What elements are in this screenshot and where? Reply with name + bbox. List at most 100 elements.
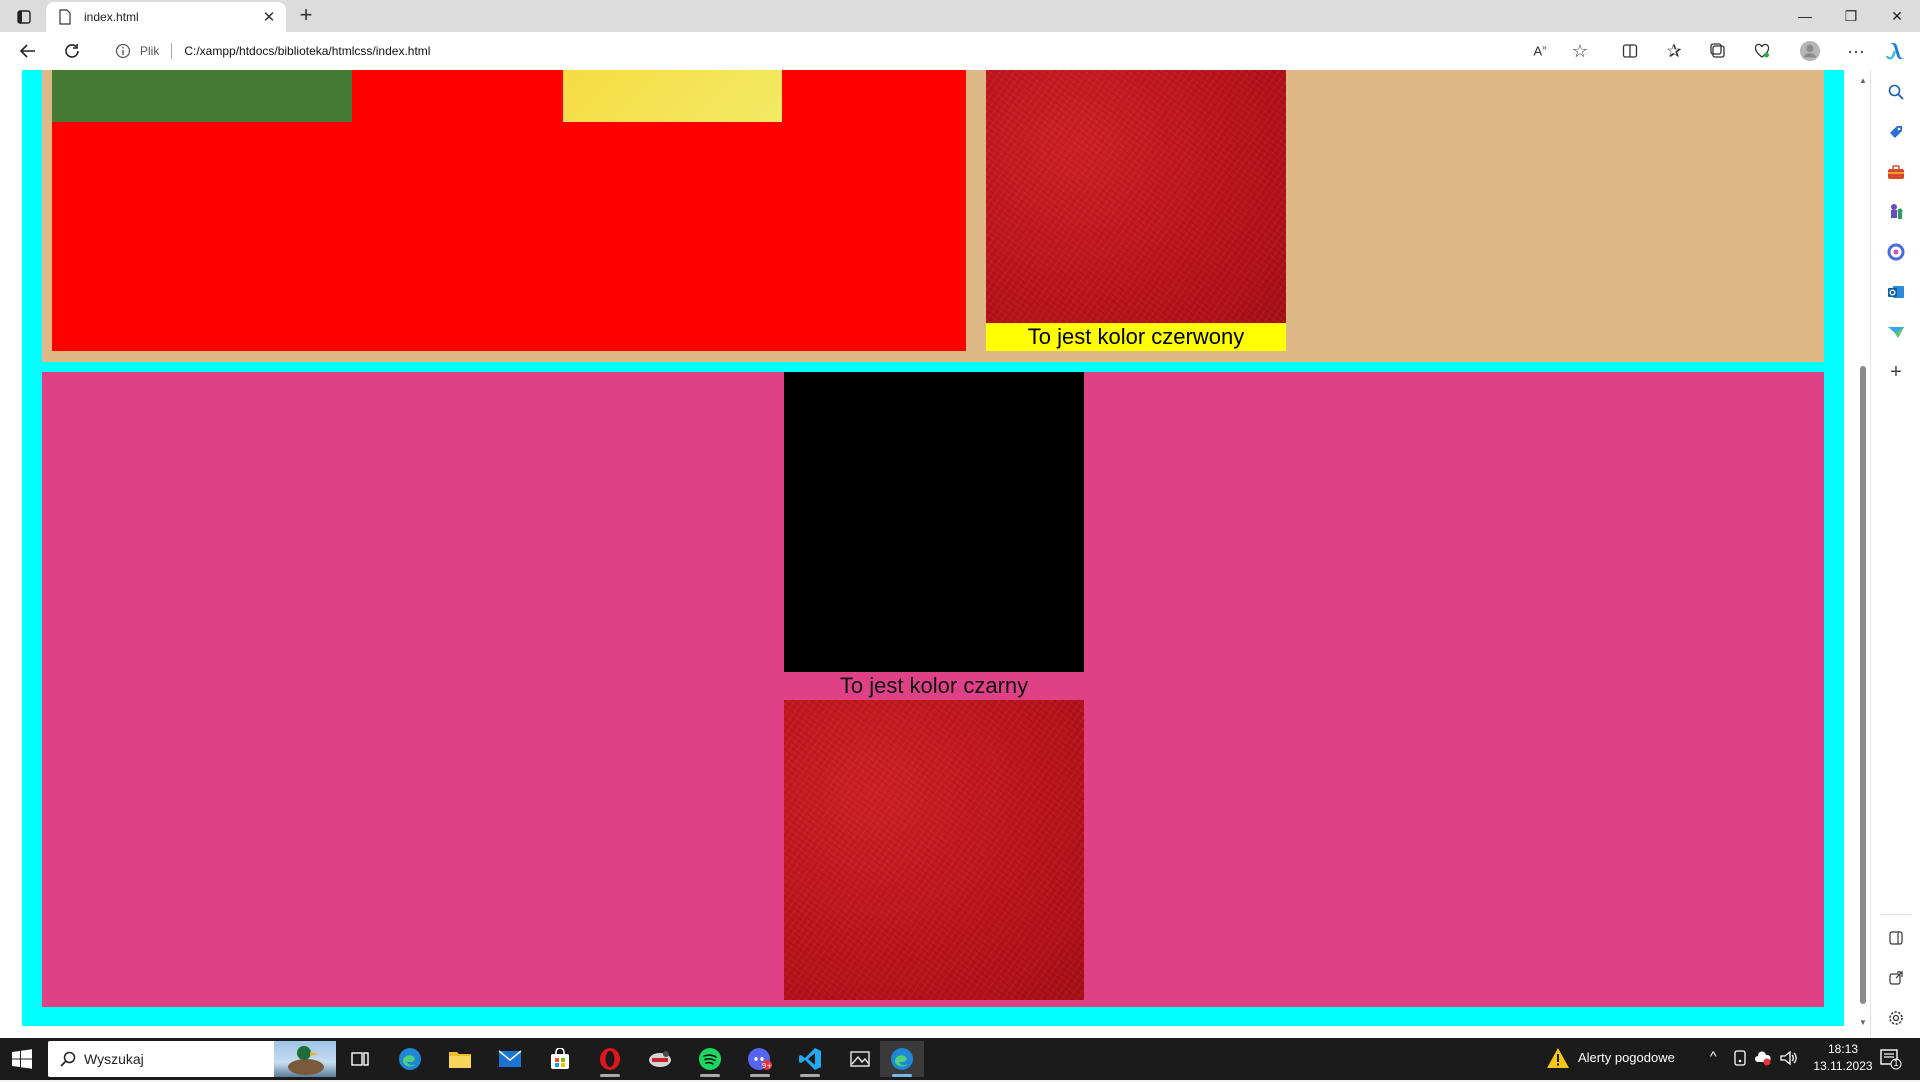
url-text[interactable]: C:/xampp/htdocs/biblioteka/htmlcss/index… (184, 44, 430, 58)
sidebar-hide-icon[interactable] (1884, 926, 1908, 950)
weather-alert-icon[interactable] (1546, 1047, 1570, 1071)
taskbar-vscode[interactable] (788, 1041, 832, 1077)
sidebar-tools-icon[interactable] (1884, 160, 1908, 184)
edge-active-icon (891, 1048, 913, 1070)
volume-icon[interactable] (1780, 1050, 1798, 1071)
running-indicator (700, 1074, 720, 1077)
back-arrow-icon (19, 44, 35, 58)
read-aloud-icon: A» (1533, 43, 1547, 59)
windows-logo-icon (12, 1049, 32, 1069)
taskbar-edge-active[interactable] (880, 1041, 924, 1077)
copilot-icon (1885, 42, 1905, 60)
favorites-button[interactable]: ✰ (1660, 38, 1688, 64)
scroll-down-arrow-icon[interactable]: ▼ (1859, 1018, 1867, 1027)
store-icon (551, 1048, 569, 1069)
split-screen-icon (1622, 44, 1638, 58)
close-window-button[interactable]: ✕ (1874, 4, 1920, 28)
running-indicator (800, 1074, 820, 1077)
clock-time[interactable]: 18:13 (1820, 1042, 1866, 1056)
notification-center-button[interactable]: 1 (1880, 1048, 1902, 1070)
heart-pulse-icon (1754, 43, 1770, 58)
red-texture-image (986, 70, 1286, 323)
taskbar-edge[interactable] (388, 1041, 432, 1077)
tab-actions-button[interactable] (10, 6, 38, 28)
taskbar-store[interactable] (538, 1041, 582, 1077)
spotify-icon (699, 1048, 721, 1070)
search-icon (60, 1051, 76, 1067)
opera-icon (600, 1048, 620, 1070)
reload-button[interactable] (58, 38, 86, 64)
search-highlight-image (274, 1041, 336, 1077)
minimize-button[interactable]: — (1782, 4, 1828, 28)
bottom-section: To jest kolor czarny (42, 372, 1824, 1007)
sidebar-outlook-icon[interactable] (1884, 280, 1908, 304)
taskbar-opera[interactable] (588, 1041, 632, 1077)
page-viewport: To jest kolor czerwony To jest kolor cza… (0, 70, 1856, 1038)
reload-icon (65, 44, 79, 58)
vertical-scrollbar[interactable]: ▲ ▼ (1856, 70, 1870, 1038)
folder-icon (449, 1052, 471, 1068)
more-menu-button[interactable]: ··· (1842, 38, 1870, 64)
site-info-icon[interactable] (114, 42, 132, 60)
new-tab-button[interactable]: + (294, 4, 318, 28)
sidebar-microsoft365-icon[interactable] (1884, 240, 1908, 264)
sidebar-add-icon[interactable]: + (1884, 360, 1908, 384)
black-caption: To jest kolor czarny (839, 673, 1029, 698)
running-indicator (750, 1074, 770, 1077)
clock-date[interactable]: 13.11.2023 (1806, 1059, 1880, 1073)
avatar-icon (1800, 41, 1820, 61)
taskbar-discord[interactable]: 9+ (738, 1041, 782, 1077)
tab-close-icon[interactable]: ✕ (260, 8, 278, 26)
notification-count: 1 (1893, 1058, 1899, 1068)
scroll-up-arrow-icon[interactable]: ▲ (1859, 76, 1867, 85)
windows-taskbar: Wyszukaj 9+ Alerty pogodowe ^ 18:13 13.1… (0, 1038, 1920, 1080)
outer-cyan-container: To jest kolor czerwony To jest kolor cza… (22, 70, 1844, 1026)
star-icon: ☆ (1571, 40, 1589, 61)
favorites-icon: ✰ (1666, 40, 1682, 61)
svg-text:9+: 9+ (762, 1062, 772, 1070)
browser-tab[interactable]: index.html ✕ (46, 2, 286, 32)
tray-overflow-chevron-icon[interactable]: ^ (1710, 1048, 1717, 1064)
taskbar-mail[interactable] (488, 1041, 532, 1077)
task-view-icon (351, 1052, 369, 1066)
split-screen-button[interactable] (1616, 38, 1644, 64)
site-info-label[interactable]: Plik (140, 44, 159, 58)
address-bar[interactable]: Plik C:/xampp/htdocs/biblioteka/htmlcss/… (102, 36, 1612, 66)
taskbar-file-explorer[interactable] (438, 1041, 482, 1077)
copilot-button[interactable] (1882, 38, 1910, 64)
active-indicator (892, 1074, 912, 1077)
sidebar-drop-icon[interactable] (1884, 320, 1908, 344)
weather-alert-text[interactable]: Alerty pogodowe (1578, 1050, 1675, 1065)
scroll-thumb[interactable] (1860, 366, 1866, 1004)
taskbar-search[interactable]: Wyszukaj (48, 1041, 336, 1077)
sidebar-search-icon[interactable] (1884, 80, 1908, 104)
taskbar-photo-app[interactable] (838, 1041, 882, 1077)
start-button[interactable] (12, 1049, 32, 1069)
yellow-block (563, 70, 782, 122)
read-aloud-button[interactable]: A» (1526, 38, 1554, 64)
tab-strip: index.html ✕ + — ❐ ✕ (0, 0, 1920, 32)
tab-actions-icon (17, 10, 31, 24)
restore-button[interactable]: ❐ (1828, 4, 1874, 28)
taskbar-spotify[interactable] (688, 1041, 732, 1077)
profile-button[interactable] (1796, 38, 1824, 64)
edge-sidebar: + (1870, 70, 1920, 1038)
mission-app-icon (649, 1051, 671, 1067)
tray-cloud-icon[interactable] (1754, 1050, 1772, 1071)
sidebar-settings-gear-icon[interactable] (1884, 1006, 1908, 1030)
taskbar-task-view[interactable] (338, 1041, 382, 1077)
browser-essentials-button[interactable] (1748, 38, 1776, 64)
tray-device-icon[interactable] (1733, 1050, 1747, 1071)
collections-button[interactable] (1704, 38, 1732, 64)
sidebar-external-link-icon[interactable] (1884, 966, 1908, 990)
back-button[interactable] (14, 38, 42, 64)
favorite-star-button[interactable]: ☆ (1566, 38, 1594, 64)
taskbar-mission-app[interactable] (638, 1041, 682, 1077)
sidebar-divider (1881, 914, 1911, 915)
address-divider (171, 43, 173, 59)
sidebar-shopping-icon[interactable] (1884, 120, 1908, 144)
red-texture-image-bottom (784, 700, 1084, 1000)
sidebar-games-icon[interactable] (1884, 200, 1908, 224)
green-block (52, 70, 352, 122)
black-block (784, 372, 1084, 672)
